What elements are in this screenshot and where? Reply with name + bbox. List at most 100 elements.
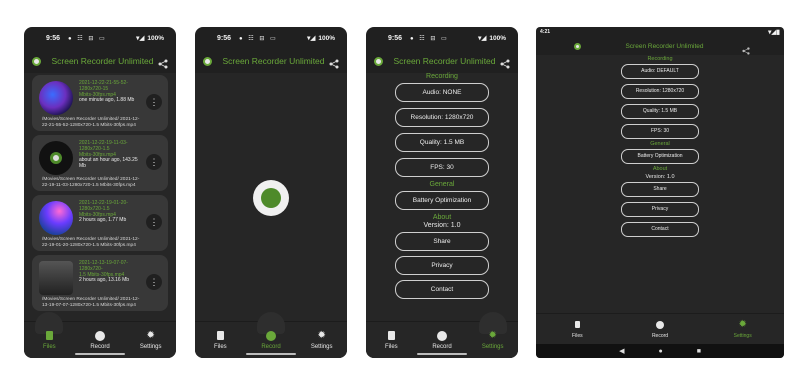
status-icons: ● ☷ ⊟ ▭ — [410, 35, 449, 42]
status-time: 9:56 — [388, 34, 403, 42]
share-icon[interactable] — [158, 56, 168, 69]
file-card[interactable]: 2021-12-22-21-55-52-1280x720-15 Mbits-30f… — [32, 75, 168, 131]
overview-icon[interactable]: ■ — [697, 348, 701, 355]
video-thumbnail — [39, 201, 73, 235]
share-icon[interactable] — [742, 42, 750, 55]
privacy-button[interactable]: Privacy — [395, 256, 489, 275]
more-options-icon[interactable]: ⋮ — [146, 274, 162, 290]
file-card[interactable]: 2021-12-22-19-01-20-1280x720-1.5 Mbits-30… — [32, 195, 168, 251]
share-button[interactable]: Share — [621, 182, 699, 197]
nav-settings[interactable]: ✹ Settings — [125, 322, 176, 358]
wifi-icon: ▾◢▮ — [768, 29, 780, 36]
status-bar: 9:56 ● ☷ ⊟ ▭ ▾◢ 100% — [366, 27, 518, 49]
record-dot-icon — [261, 187, 281, 208]
nav-record-label: Record — [432, 343, 452, 350]
nav-files-label: Files — [214, 343, 227, 350]
more-options-icon[interactable]: ⋮ — [146, 94, 162, 110]
video-thumbnail — [39, 81, 73, 115]
resolution-setting-button[interactable]: Resolution: 1280x720 — [621, 84, 699, 99]
file-name: 2021-12-22-19-11-03-1280x720-1.5 — [79, 140, 128, 152]
gear-icon: ✹ — [738, 318, 747, 330]
share-icon[interactable] — [329, 56, 339, 69]
nav-files[interactable]: Files — [536, 314, 619, 344]
nav-files-label: Files — [385, 343, 398, 350]
record-icon — [437, 330, 447, 341]
nav-settings-label: Settings — [310, 343, 333, 350]
nav-files[interactable]: Files — [24, 312, 75, 358]
share-icon[interactable] — [500, 56, 510, 69]
more-options-icon[interactable]: ⋮ — [146, 214, 162, 230]
file-icon — [574, 321, 580, 328]
system-navigation-bar: ◀ ● ■ — [536, 344, 784, 358]
file-path: /Movies/Screen Recorder Unlimited/ 2021-… — [42, 117, 140, 128]
app-version: Version: 1.0 — [645, 174, 675, 180]
resolution-setting-button[interactable]: Resolution: 1280x720 — [395, 108, 489, 127]
app-logo-icon — [32, 56, 41, 66]
nav-files[interactable]: Files — [366, 322, 417, 358]
file-name: 2021-12-13-19-07-07-1280x720- — [79, 260, 128, 272]
nav-settings[interactable]: ✹ Settings — [467, 312, 518, 358]
app-logo-icon — [374, 56, 383, 66]
file-meta: 2 hours ago, 13.16 Mb — [79, 277, 130, 283]
file-icon — [216, 331, 224, 340]
quality-setting-button[interactable]: Quality: 1.5 MB — [621, 104, 699, 119]
section-recording-header: Recording — [426, 73, 458, 80]
battery-optimization-button[interactable]: Battery Optimization — [621, 149, 699, 164]
home-icon[interactable]: ● — [658, 348, 662, 355]
app-bar: Screen Recorder Unlimited — [366, 49, 518, 73]
gear-icon: ✹ — [317, 329, 326, 341]
home-indicator — [246, 353, 296, 355]
section-recording-header: Recording — [647, 56, 673, 62]
nav-settings[interactable]: ✹ Settings — [701, 314, 784, 344]
app-bar: Screen Recorder Unlimited — [536, 37, 784, 55]
file-name: 2021-12-22-21-55-52-1280x720-15 — [79, 80, 128, 92]
audio-setting-button[interactable]: Audio: DEFAULT — [621, 64, 699, 79]
record-icon — [95, 330, 105, 341]
nav-record-label: Record — [261, 343, 281, 350]
record-icon — [266, 330, 276, 341]
home-indicator — [417, 353, 467, 355]
nav-files[interactable]: Files — [195, 322, 246, 358]
app-bar: Screen Recorder Unlimited — [24, 49, 176, 73]
files-list: 2021-12-22-21-55-52-1280x720-15 Mbits-30f… — [24, 73, 176, 322]
more-options-icon[interactable]: ⋮ — [146, 154, 162, 170]
contact-button[interactable]: Contact — [395, 280, 489, 299]
record-panel — [195, 73, 347, 322]
settings-panel: Recording Audio: DEFAULT Resolution: 128… — [536, 55, 784, 314]
fps-setting-button[interactable]: FPS: 30 — [621, 124, 699, 139]
back-icon[interactable]: ◀ — [619, 347, 624, 355]
share-button[interactable]: Share — [395, 232, 489, 251]
file-path: /Movies/Screen Recorder Unlimited/ 2021-… — [42, 297, 140, 308]
wifi-icon: ▾◢ — [478, 35, 487, 42]
home-indicator — [75, 353, 125, 355]
nav-settings-label: Settings — [139, 343, 162, 350]
privacy-button[interactable]: Privacy — [621, 202, 699, 217]
status-bar: 9:56 ● ☷ ⊟ ▭ ▾◢ 100% — [195, 27, 347, 49]
status-bar: 4:21 ▾◢▮ — [536, 27, 784, 37]
nav-record[interactable]: Record — [619, 314, 702, 344]
nav-settings[interactable]: ✹ Settings — [296, 322, 347, 358]
nav-record-label: Record — [651, 332, 669, 339]
contact-button[interactable]: Contact — [621, 222, 699, 237]
nav-settings-label: Settings — [481, 343, 504, 350]
app-title: Screen Recorder Unlimited — [222, 56, 325, 66]
section-general-header: General — [650, 141, 670, 147]
status-time: 9:56 — [217, 34, 232, 42]
nav-record-label: Record — [90, 343, 110, 350]
battery-optimization-button[interactable]: Battery Optimization — [395, 191, 489, 210]
record-icon — [656, 320, 664, 329]
file-card[interactable]: 2021-12-22-19-11-03-1280x720-1.5 Mbits-30… — [32, 135, 168, 191]
status-time: 9:56 — [46, 34, 61, 42]
record-button[interactable] — [253, 179, 289, 216]
fps-setting-button[interactable]: FPS: 30 — [395, 158, 489, 177]
wifi-icon: ▾◢ — [307, 35, 316, 42]
file-card[interactable]: 2021-12-13-19-07-07-1280x720- 1.5 Mbits-3… — [32, 255, 168, 311]
battery-level: 100% — [489, 34, 506, 42]
file-meta: one minute ago, 1.88 Mb — [79, 97, 135, 103]
app-logo-icon — [203, 56, 212, 66]
quality-setting-button[interactable]: Quality: 1.5 MB — [395, 133, 489, 152]
status-bar: 9:56 ● ☷ ⊟ ▭ ▾◢ 100% — [24, 27, 176, 49]
file-icon — [45, 331, 53, 340]
audio-setting-button[interactable]: Audio: NONE — [395, 83, 489, 102]
battery-level: 100% — [147, 34, 164, 42]
